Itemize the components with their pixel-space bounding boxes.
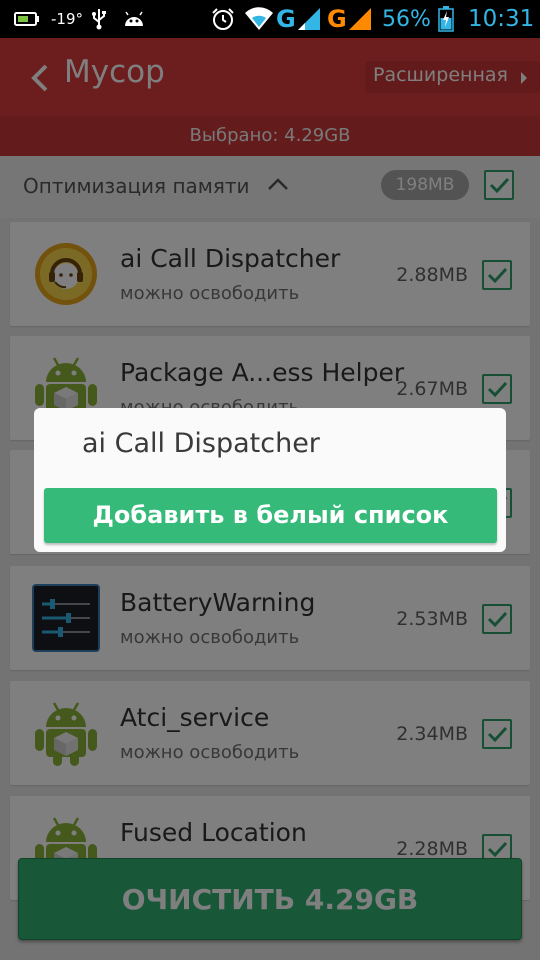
usb-icon [90, 0, 108, 38]
signal-icon-1 [297, 0, 321, 38]
alarm-icon [210, 0, 236, 38]
wifi-icon [244, 0, 274, 38]
dialog-title: ai Call Dispatcher [82, 428, 320, 459]
battery-charging-icon [438, 0, 454, 38]
context-dialog: ai Call Dispatcher Добавить в белый спис… [34, 408, 506, 552]
status-bar: -19° G G 56% 10:31 [0, 0, 540, 38]
network-type-2: G [327, 5, 347, 33]
battery-small-icon [14, 0, 40, 38]
network-type-1: G [276, 5, 296, 33]
battery-percent: 56% [382, 6, 431, 32]
signal-icon-2 [348, 0, 372, 38]
clock-text: 10:31 [468, 6, 535, 32]
add-to-whitelist-button[interactable]: Добавить в белый список [44, 488, 497, 543]
temperature-text: -19° [51, 10, 83, 28]
android-debug-icon [122, 0, 146, 38]
